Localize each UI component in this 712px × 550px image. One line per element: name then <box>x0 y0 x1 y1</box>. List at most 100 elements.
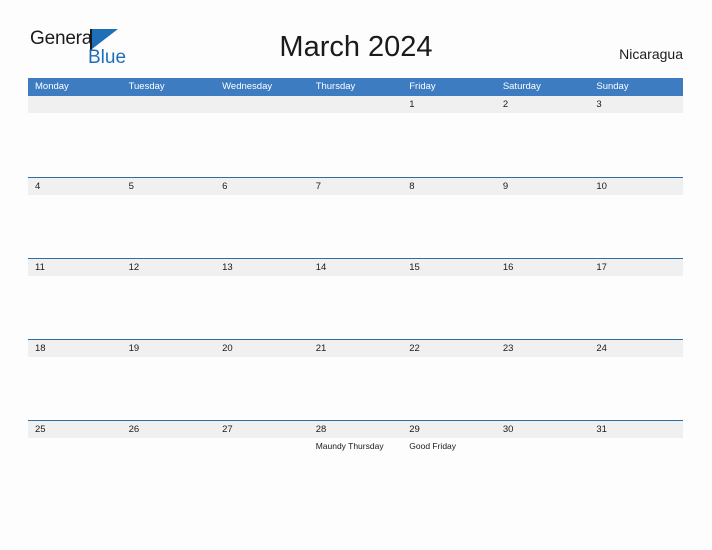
day-number[interactable]: 11 <box>28 259 122 276</box>
week-date-band: 25 26 27 28 29 30 31 <box>28 421 683 438</box>
day-number[interactable]: 17 <box>589 259 683 276</box>
day-cell[interactable] <box>28 276 122 338</box>
day-number[interactable]: 28 <box>309 421 403 438</box>
day-cell[interactable]: Good Friday <box>402 438 496 500</box>
weekday-header-saturday: Saturday <box>502 81 541 92</box>
day-number[interactable]: 25 <box>28 421 122 438</box>
day-number[interactable]: 29 <box>402 421 496 438</box>
day-number[interactable]: 22 <box>402 340 496 357</box>
week-event-area <box>28 276 683 338</box>
week-date-band: 4 5 6 7 8 9 10 <box>28 178 683 195</box>
day-cell[interactable] <box>589 438 683 500</box>
day-number[interactable]: 5 <box>122 178 216 195</box>
day-number[interactable]: 21 <box>309 340 403 357</box>
day-cell[interactable] <box>496 438 590 500</box>
day-number[interactable]: 31 <box>589 421 683 438</box>
day-number[interactable]: 16 <box>496 259 590 276</box>
day-cell[interactable] <box>309 276 403 338</box>
day-cell[interactable] <box>215 113 309 175</box>
day-cell[interactable] <box>215 195 309 257</box>
day-cell[interactable] <box>402 357 496 419</box>
weekday-header-sunday: Sunday <box>596 81 629 92</box>
weekday-header-tuesday: Tuesday <box>128 81 165 92</box>
day-number[interactable]: 30 <box>496 421 590 438</box>
day-number[interactable]: 8 <box>402 178 496 195</box>
day-cell[interactable] <box>28 113 122 175</box>
day-number[interactable]: 12 <box>122 259 216 276</box>
day-cell[interactable] <box>28 195 122 257</box>
weekday-header-wednesday: Wednesday <box>222 81 273 92</box>
day-number[interactable]: 14 <box>309 259 403 276</box>
week-date-band: 11 12 13 14 15 16 17 <box>28 259 683 276</box>
day-number[interactable]: 4 <box>28 178 122 195</box>
day-number-empty <box>28 96 122 113</box>
day-number[interactable]: 7 <box>309 178 403 195</box>
week-event-area <box>28 357 683 419</box>
calendar-weeks: 1 2 3 4 5 6 7 8 9 10 11 12 13 14 15 16 17 18 19 20 21 22 23 24 2… <box>28 96 683 501</box>
day-cell[interactable] <box>122 438 216 500</box>
day-number[interactable]: 9 <box>496 178 590 195</box>
day-cell[interactable] <box>28 357 122 419</box>
calendar-week-row: 123 <box>28 96 683 177</box>
day-number[interactable]: 15 <box>402 259 496 276</box>
day-number[interactable]: 19 <box>122 340 216 357</box>
day-number[interactable]: 24 <box>589 340 683 357</box>
weekday-header-row: Monday Tuesday Wednesday Thursday Friday… <box>28 78 683 96</box>
holiday-label: Maundy Thursday <box>315 441 384 451</box>
page-title: March 2024 <box>279 31 433 63</box>
calendar-week-row: 11 12 13 14 15 16 17 <box>28 258 683 339</box>
calendar-week-row: 18 19 20 21 22 23 24 <box>28 339 683 420</box>
day-cell[interactable] <box>215 357 309 419</box>
weekday-header-friday: Friday <box>409 81 436 92</box>
day-cell[interactable] <box>496 276 590 338</box>
day-number[interactable]: 3 <box>589 96 683 113</box>
day-number-empty <box>309 96 403 113</box>
day-number[interactable]: 10 <box>589 178 683 195</box>
week-date-band: 18 19 20 21 22 23 24 <box>28 340 683 357</box>
day-cell[interactable] <box>122 195 216 257</box>
country-label: Nicaragua <box>619 46 683 62</box>
calendar-page: General Blue March 2024 Nicaragua Monday… <box>0 0 712 550</box>
day-number-empty <box>122 96 216 113</box>
calendar-week-row: 25 26 27 28 29 30 31 Maundy Thursday Good Friday <box>28 420 683 501</box>
day-number[interactable]: 1 <box>402 96 496 113</box>
day-number[interactable]: 27 <box>215 421 309 438</box>
calendar-week-row: 4 5 6 7 8 9 10 <box>28 177 683 258</box>
day-number[interactable]: 18 <box>28 340 122 357</box>
weekday-header-monday: Monday <box>35 81 69 92</box>
day-cell[interactable] <box>402 195 496 257</box>
day-number[interactable]: 6 <box>215 178 309 195</box>
day-cell[interactable] <box>496 113 590 175</box>
day-cell[interactable] <box>589 113 683 175</box>
day-cell[interactable] <box>122 113 216 175</box>
day-cell[interactable] <box>122 357 216 419</box>
page-header: General Blue March 2024 Nicaragua <box>0 0 712 78</box>
day-number[interactable]: 23 <box>496 340 590 357</box>
week-event-area <box>28 195 683 257</box>
day-number[interactable]: 20 <box>215 340 309 357</box>
week-event-area <box>28 113 683 175</box>
week-event-area: Maundy Thursday Good Friday <box>28 438 683 500</box>
day-cell[interactable] <box>496 195 590 257</box>
day-cell[interactable] <box>309 113 403 175</box>
day-cell[interactable] <box>309 195 403 257</box>
day-cell[interactable] <box>402 276 496 338</box>
week-date-band: 123 <box>28 96 683 113</box>
day-cell[interactable] <box>496 357 590 419</box>
day-cell[interactable] <box>215 276 309 338</box>
day-cell[interactable] <box>28 438 122 500</box>
day-number[interactable]: 2 <box>496 96 590 113</box>
day-cell[interactable] <box>589 195 683 257</box>
day-cell[interactable] <box>589 357 683 419</box>
day-cell[interactable] <box>215 438 309 500</box>
holiday-label: Good Friday <box>409 441 457 451</box>
day-number[interactable]: 13 <box>215 259 309 276</box>
day-number-empty <box>215 96 309 113</box>
day-number[interactable]: 26 <box>122 421 216 438</box>
day-cell[interactable] <box>309 357 403 419</box>
day-cell[interactable] <box>402 113 496 175</box>
day-cell[interactable] <box>589 276 683 338</box>
day-cell[interactable]: Maundy Thursday <box>309 438 403 500</box>
calendar-grid: Monday Tuesday Wednesday Thursday Friday… <box>28 78 683 501</box>
day-cell[interactable] <box>122 276 216 338</box>
